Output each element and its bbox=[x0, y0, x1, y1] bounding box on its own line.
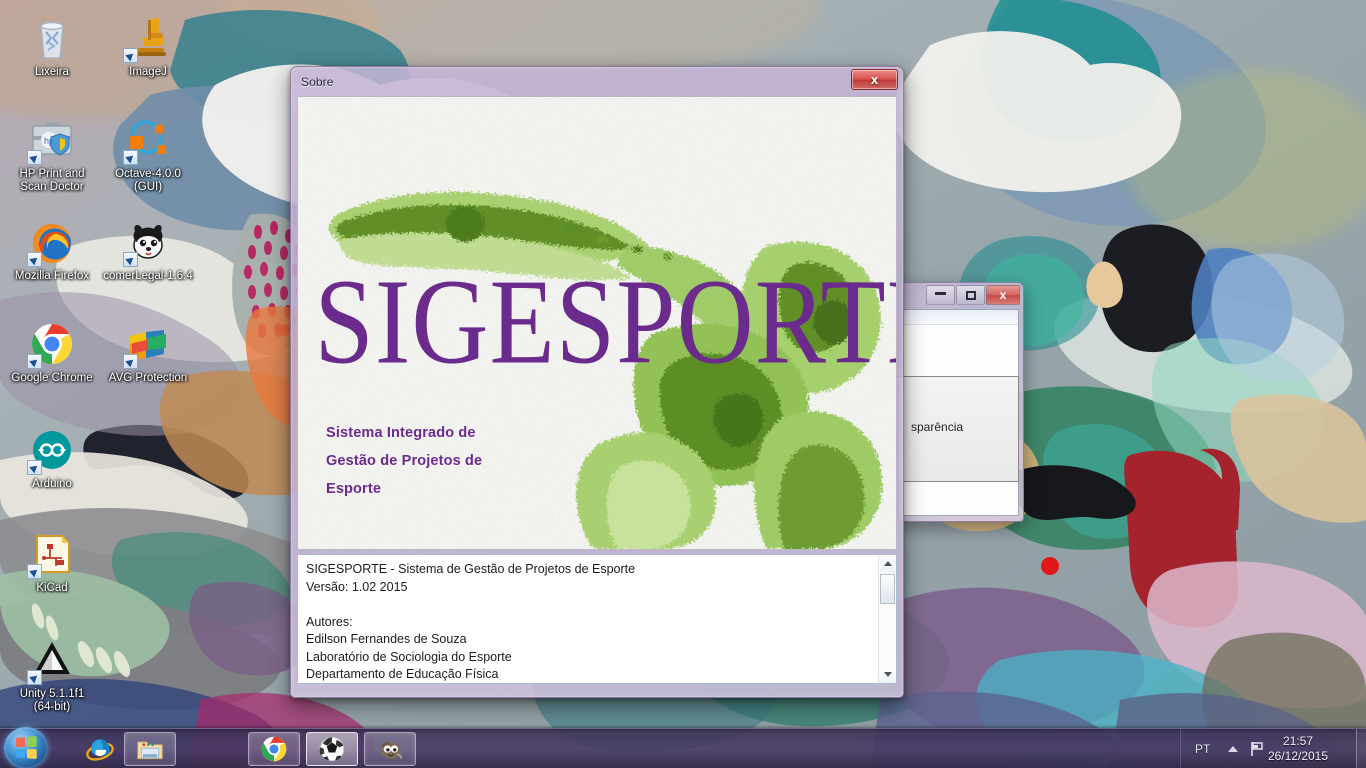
maximize-button[interactable] bbox=[956, 285, 985, 305]
background-window-panel[interactable]: sparência bbox=[899, 376, 1019, 482]
show-desktop-button[interactable] bbox=[1356, 729, 1366, 768]
clock-time: 21:57 bbox=[1282, 734, 1314, 748]
desktop-icon-label: Arduino bbox=[32, 478, 72, 490]
background-window-client: sparência bbox=[899, 309, 1019, 516]
unity-icon bbox=[27, 636, 76, 685]
kicad-icon bbox=[27, 530, 76, 579]
comerlegal-icon bbox=[123, 218, 172, 267]
splash-tagline: Sistema Integrado de Gestão de Projetos … bbox=[326, 425, 483, 497]
sobre-dialog[interactable]: Sobre x SIGESPORTE Sistema Integrado de … bbox=[290, 66, 904, 698]
show-hidden-icons-icon[interactable] bbox=[1228, 746, 1238, 752]
background-window-controls: x bbox=[925, 285, 1020, 306]
taskbar-gimp[interactable] bbox=[364, 732, 416, 766]
taskbar: PT 21:57 26/12/2015 bbox=[0, 727, 1366, 768]
octave-icon bbox=[123, 116, 172, 165]
shortcut-arrow-icon bbox=[27, 460, 42, 475]
splash-image: SIGESPORTE Sistema Integrado de Gestão d… bbox=[297, 96, 897, 550]
desktop-icon-kicad[interactable]: KiCad bbox=[4, 530, 100, 595]
shortcut-arrow-icon bbox=[27, 564, 42, 579]
shortcut-arrow-icon bbox=[27, 670, 42, 685]
sobre-titlebar[interactable]: Sobre x bbox=[291, 67, 903, 94]
minimize-button[interactable] bbox=[926, 285, 955, 305]
shortcut-arrow-icon bbox=[123, 48, 138, 63]
desktop-icon-label: AVG Protection bbox=[108, 372, 188, 384]
maximize-icon bbox=[965, 291, 976, 300]
firefox-icon bbox=[27, 218, 76, 267]
desktop-icon-label: Lixeira bbox=[35, 66, 69, 78]
scroll-down-button[interactable] bbox=[879, 666, 896, 683]
shortcut-arrow-icon bbox=[27, 354, 42, 369]
desktop-icon-label: KiCad bbox=[36, 582, 68, 594]
desktop-icon-avg-protection[interactable]: AVG Protection bbox=[100, 320, 196, 385]
minimize-icon bbox=[935, 292, 946, 295]
sobre-body: SIGESPORTE Sistema Integrado de Gestão d… bbox=[297, 96, 897, 689]
close-button[interactable]: x bbox=[851, 69, 898, 90]
desktop-icon-mozilla-firefox[interactable]: Mozilla Firefox bbox=[4, 218, 100, 283]
desktop-icon-comerlegal[interactable]: comerLegal-1.6.4 bbox=[100, 218, 196, 283]
taskbar-internet-explorer[interactable] bbox=[72, 732, 128, 766]
clock[interactable]: 21:57 26/12/2015 bbox=[1250, 734, 1346, 764]
gimp-icon bbox=[376, 735, 404, 763]
desktop-icon-imagej[interactable]: ImageJ bbox=[100, 14, 196, 79]
arduino-icon bbox=[27, 426, 76, 475]
start-button[interactable] bbox=[4, 727, 48, 768]
shortcut-arrow-icon bbox=[27, 252, 42, 267]
clock-date: 26/12/2015 bbox=[1267, 749, 1329, 763]
taskbar-sigesporte[interactable] bbox=[306, 732, 358, 766]
internet-explorer-icon bbox=[86, 735, 114, 763]
taskbar-file-explorer[interactable] bbox=[124, 732, 176, 766]
background-window[interactable]: x sparência bbox=[898, 282, 1024, 522]
desktop-icon-label: ImageJ bbox=[129, 66, 167, 78]
about-text-box[interactable]: SIGESPORTE - Sistema de Gestão de Projet… bbox=[297, 554, 897, 684]
svg-text:SIGESPORTE: SIGESPORTE bbox=[314, 254, 896, 389]
soccer-ball-icon bbox=[318, 735, 346, 763]
window-title: Sobre bbox=[301, 75, 334, 89]
background-window-panel-label: sparência bbox=[911, 420, 964, 434]
chrome-icon bbox=[27, 320, 76, 369]
imagej-icon bbox=[123, 14, 172, 63]
scroll-up-button[interactable] bbox=[879, 555, 896, 572]
windows-logo-icon bbox=[16, 736, 37, 759]
desktop-icon-label: comerLegal-1.6.4 bbox=[103, 270, 193, 282]
desktop-icon-label: Mozilla Firefox bbox=[14, 270, 90, 282]
desktop-icon-label: Google Chrome bbox=[11, 372, 93, 384]
about-text-scrollbar[interactable] bbox=[878, 555, 896, 683]
shortcut-arrow-icon bbox=[123, 150, 138, 165]
avg-icon bbox=[123, 320, 172, 369]
folder-icon bbox=[136, 735, 164, 763]
desktop-icon-label: Unity 5.1.1f1 (64-bit) bbox=[19, 688, 85, 713]
shortcut-arrow-icon bbox=[27, 150, 42, 165]
desktop-icon-octave[interactable]: Octave-4.0.0 (GUI) bbox=[100, 116, 196, 194]
system-tray: PT 21:57 26/12/2015 bbox=[1180, 729, 1366, 768]
desktop-icon-unity[interactable]: Unity 5.1.1f1 (64-bit) bbox=[4, 636, 100, 714]
close-button[interactable]: x bbox=[986, 285, 1020, 305]
taskbar-google-chrome[interactable] bbox=[248, 732, 300, 766]
desktop-icon-lixeira[interactable]: Lixeira bbox=[4, 14, 100, 79]
shortcut-arrow-icon bbox=[123, 354, 138, 369]
hp-doctor-icon: hp bbox=[27, 116, 76, 165]
language-indicator[interactable]: PT bbox=[1195, 742, 1210, 756]
desktop-icon-label: HP Print and Scan Doctor bbox=[19, 168, 85, 193]
desktop-icon-arduino[interactable]: Arduino bbox=[4, 426, 100, 491]
about-text: SIGESPORTE - Sistema de Gestão de Projet… bbox=[306, 562, 636, 681]
chrome-icon bbox=[260, 735, 288, 763]
desktop-icon-label: Octave-4.0.0 (GUI) bbox=[115, 168, 181, 193]
desktop-icon-google-chrome[interactable]: Google Chrome bbox=[4, 320, 100, 385]
trash-icon bbox=[28, 14, 76, 62]
shortcut-arrow-icon bbox=[123, 252, 138, 267]
scrollbar-thumb[interactable] bbox=[880, 574, 895, 604]
desktop-icon-hp-print-and-scan-doctor[interactable]: hp HP Print and Scan Doctor bbox=[4, 116, 100, 194]
